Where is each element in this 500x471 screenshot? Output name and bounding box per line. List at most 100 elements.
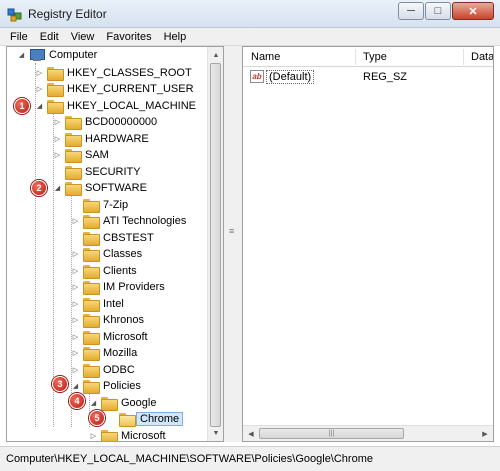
menu-help[interactable]: Help — [158, 31, 193, 43]
open-folder-icon — [119, 412, 136, 427]
expand-arrow-icon[interactable]: ▷ — [53, 151, 62, 160]
tree-item-mozilla[interactable]: ▷ Mozilla — [71, 345, 137, 361]
expand-arrow-icon[interactable]: ▷ — [71, 366, 80, 375]
expand-arrow-icon[interactable]: ▷ — [71, 267, 80, 276]
tree-item-policies-microsoft[interactable]: ▷ Microsoft — [89, 428, 166, 441]
tree-item-cbstest[interactable]: CBSTEST — [71, 230, 154, 246]
tree-item-label: Google — [121, 397, 157, 409]
registry-editor-icon — [7, 8, 22, 22]
expand-arrow-icon[interactable]: ▷ — [71, 217, 80, 226]
tree-item-hkey-classes-root[interactable]: ▷ HKEY_CLASSES_ROOT — [35, 65, 192, 81]
tree-item-classes[interactable]: ▷ Classes — [71, 246, 142, 262]
column-header-type[interactable]: Type — [363, 51, 387, 63]
tree-item-label: Policies — [103, 380, 141, 392]
folder-icon — [83, 280, 100, 295]
collapse-arrow-icon[interactable]: ◢ — [53, 184, 62, 193]
expand-arrow-icon[interactable]: ▷ — [53, 135, 62, 144]
tree-item-label: ODBC — [103, 364, 135, 376]
tree-item-im-providers[interactable]: ▷ IM Providers — [71, 279, 165, 295]
tree-item-khronos[interactable]: ▷ Khronos — [71, 312, 144, 328]
window-title: Registry Editor — [28, 7, 107, 21]
folder-icon — [83, 346, 100, 361]
collapse-arrow-icon[interactable]: ◢ — [71, 382, 80, 391]
expand-arrow-icon[interactable]: ▷ — [53, 118, 62, 127]
scroll-down-icon[interactable]: ▼ — [208, 425, 223, 441]
folder-icon — [47, 99, 64, 114]
tree-item-computer[interactable]: ◢ Computer — [17, 47, 97, 63]
splitter-grip-icon: ≡ — [229, 226, 235, 236]
tree-item-sam[interactable]: ▷ SAM — [53, 147, 109, 163]
tree-vertical-scrollbar[interactable]: ▲ ▼ — [207, 47, 223, 441]
tree-item-clients[interactable]: ▷ Clients — [71, 263, 137, 279]
scroll-left-icon[interactable]: ◀ — [243, 426, 259, 441]
value-list-pane[interactable]: Name Type Data ab (Default) REG_SZ ◀ |||… — [242, 46, 494, 442]
tree-item-software[interactable]: ◢ SOFTWARE — [53, 180, 147, 196]
folder-icon — [101, 396, 118, 411]
expand-arrow-icon[interactable]: ▷ — [71, 316, 80, 325]
pane-splitter[interactable]: ≡ — [224, 46, 242, 442]
tree-item-label: HKEY_CURRENT_USER — [67, 83, 194, 95]
tree-item-policies[interactable]: ◢ Policies — [71, 378, 141, 394]
column-header-row: Name Type Data — [243, 47, 493, 67]
tree-item-label: IM Providers — [103, 281, 165, 293]
folder-icon — [83, 247, 100, 262]
column-header-name[interactable]: Name — [251, 51, 280, 63]
tree-item-bcd00000000[interactable]: ▷ BCD00000000 — [53, 114, 157, 130]
expand-arrow-icon[interactable]: ▷ — [35, 85, 44, 94]
menu-edit[interactable]: Edit — [34, 31, 65, 43]
folder-icon — [83, 198, 100, 213]
menu-bar: File Edit View Favorites Help — [0, 28, 500, 46]
maximize-button[interactable]: □ — [425, 2, 451, 20]
no-children-spacer — [53, 168, 62, 177]
no-children-spacer — [107, 415, 116, 424]
list-horizontal-scrollbar[interactable]: ◀ ||| ▶ — [243, 425, 493, 441]
expand-arrow-icon[interactable]: ▷ — [71, 283, 80, 292]
expand-arrow-icon[interactable]: ▷ — [35, 69, 44, 78]
tree-item-chrome[interactable]: Chrome — [107, 411, 184, 427]
tree-item-google[interactable]: ◢ Google — [89, 395, 156, 411]
tree-item-label: SECURITY — [85, 166, 141, 178]
tree-item-microsoft[interactable]: ▷ Microsoft — [71, 329, 148, 345]
menu-favorites[interactable]: Favorites — [100, 31, 157, 43]
tree-item-hkey-current-user[interactable]: ▷ HKEY_CURRENT_USER — [35, 81, 194, 97]
tree-item-label: Clients — [103, 265, 137, 277]
menu-file[interactable]: File — [4, 31, 34, 43]
menu-view[interactable]: View — [65, 31, 101, 43]
folder-icon — [47, 82, 64, 97]
tree-item-label: SAM — [85, 149, 109, 161]
expand-arrow-icon[interactable]: ▷ — [71, 250, 80, 259]
tree-item-label: BCD00000000 — [85, 116, 158, 128]
folder-icon — [83, 379, 100, 394]
tree-item-label-selected: Chrome — [136, 412, 184, 426]
tree-item-label: Microsoft — [103, 331, 148, 343]
scrollbar-thumb[interactable]: ||| — [259, 428, 404, 439]
collapse-arrow-icon[interactable]: ◢ — [89, 399, 98, 408]
collapse-arrow-icon[interactable]: ◢ — [17, 51, 26, 60]
close-button[interactable]: ✕ — [452, 2, 494, 20]
tree-item-hkey-local-machine[interactable]: ◢ HKEY_LOCAL_MACHINE — [35, 98, 196, 114]
tree-item-label: ATI Technologies — [103, 215, 187, 227]
tree-item-intel[interactable]: ▷ Intel — [71, 296, 124, 312]
tree-item-7zip[interactable]: 7-Zip — [71, 197, 128, 213]
title-bar: Registry Editor ─ □ ✕ — [0, 0, 500, 28]
folder-icon — [83, 231, 100, 246]
tree-item-security[interactable]: SECURITY — [53, 164, 141, 180]
expand-arrow-icon[interactable]: ▷ — [71, 300, 80, 309]
expand-arrow-icon[interactable]: ▷ — [71, 333, 80, 342]
tree-item-odbc[interactable]: ▷ ODBC — [71, 362, 135, 378]
status-bar: Computer\HKEY_LOCAL_MACHINE\SOFTWARE\Pol… — [0, 446, 500, 471]
value-row[interactable]: ab (Default) REG_SZ — [243, 68, 493, 86]
tree-item-hardware[interactable]: ▷ HARDWARE — [53, 131, 149, 147]
scroll-up-icon[interactable]: ▲ — [208, 47, 223, 63]
scrollbar-thumb[interactable] — [210, 63, 221, 427]
minimize-button[interactable]: ─ — [398, 2, 424, 20]
folder-icon — [83, 313, 100, 328]
collapse-arrow-icon[interactable]: ◢ — [35, 102, 44, 111]
column-header-data[interactable]: Data — [471, 51, 493, 63]
tree-item-ati-technologies[interactable]: ▷ ATI Technologies — [71, 213, 186, 229]
scroll-right-icon[interactable]: ▶ — [477, 426, 493, 441]
tree-item-label: HKEY_LOCAL_MACHINE — [67, 100, 196, 112]
expand-arrow-icon[interactable]: ▷ — [71, 349, 80, 358]
key-tree-pane[interactable]: ◢ Computer ▷ HKEY_CLASSES_ROOT ▷ HKEY_CU… — [6, 46, 224, 442]
expand-arrow-icon[interactable]: ▷ — [89, 432, 98, 441]
